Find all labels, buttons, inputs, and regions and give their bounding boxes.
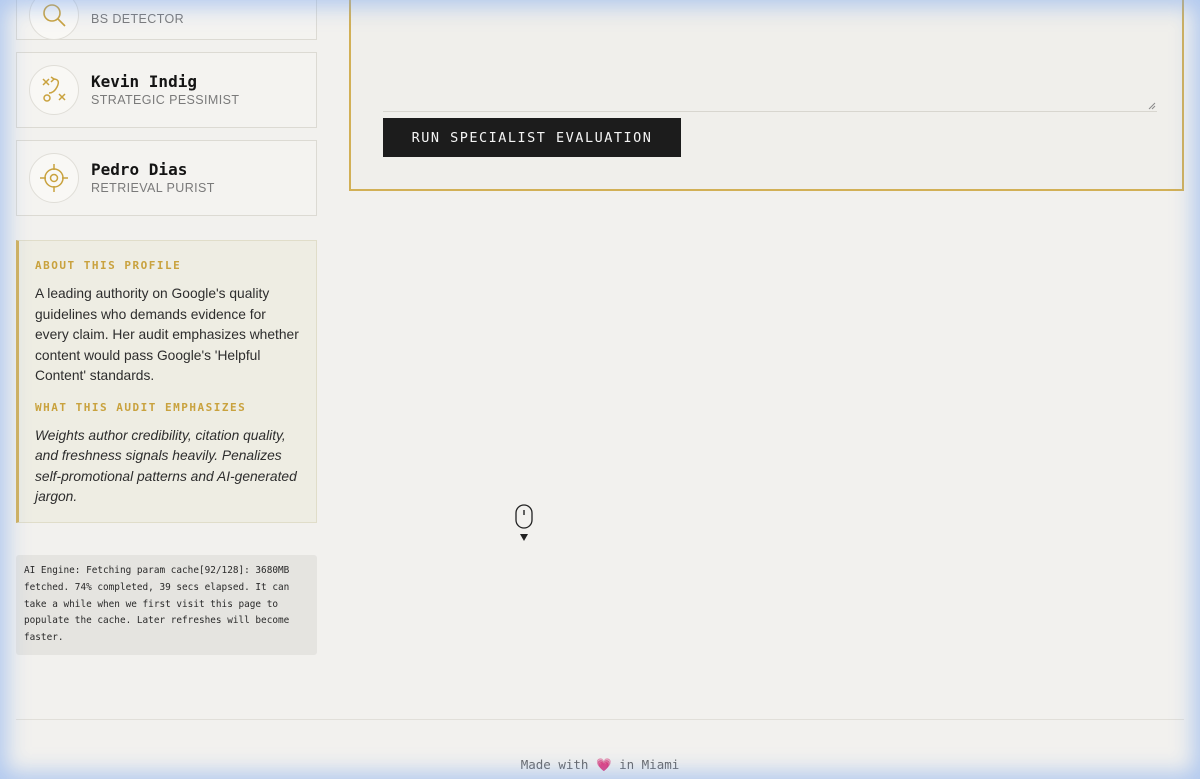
profile-card-kevin-indig[interactable]: Kevin Indig STRATEGIC PESSIMIST [16,52,317,128]
about-heading: ABOUT THIS PROFILE [35,259,182,272]
profile-avatar [29,153,79,203]
profile-role: RETRIEVAL PURIST [91,181,215,195]
profile-role: STRATEGIC PESSIMIST [91,93,240,107]
profile-card-bs-detector[interactable]: BS DETECTOR [16,0,317,40]
about-text: A leading authority on Google's quality … [35,286,299,383]
emphasis-text: Weights author credibility, citation qua… [35,427,297,505]
footer-suffix: in Miami [619,757,680,772]
profile-avatar [29,65,79,115]
resize-handle-icon[interactable] [1148,102,1156,110]
magnifier-icon [43,4,66,27]
profile-name: Kevin Indig [91,72,197,91]
engine-status: AI Engine: Fetching param cache[92/128]:… [16,555,317,655]
about-profile-panel: ABOUT THIS PROFILE A leading authority o… [16,240,317,523]
profile-name: Pedro Dias [91,160,188,179]
crosshair-icon [40,164,68,192]
profile-avatar [29,0,79,40]
content-textarea[interactable] [383,0,1157,112]
footer-divider [16,719,1184,720]
footer: Made with 💗 in Miami [0,757,1200,773]
footer-prefix: Made with [520,757,589,772]
evaluation-panel: RUN SPECIALIST EVALUATION [349,0,1184,191]
emphasis-heading: WHAT THIS AUDIT EMPHASIZES [35,400,247,414]
profile-role: BS DETECTOR [91,12,185,26]
heart-icon: 💗 [595,757,612,772]
scroll-down-mouse-icon [515,504,533,541]
strategy-icon [42,76,66,102]
profile-card-pedro-dias[interactable]: Pedro Dias RETRIEVAL PURIST [16,140,317,216]
run-specialist-evaluation-button[interactable]: RUN SPECIALIST EVALUATION [383,118,681,157]
